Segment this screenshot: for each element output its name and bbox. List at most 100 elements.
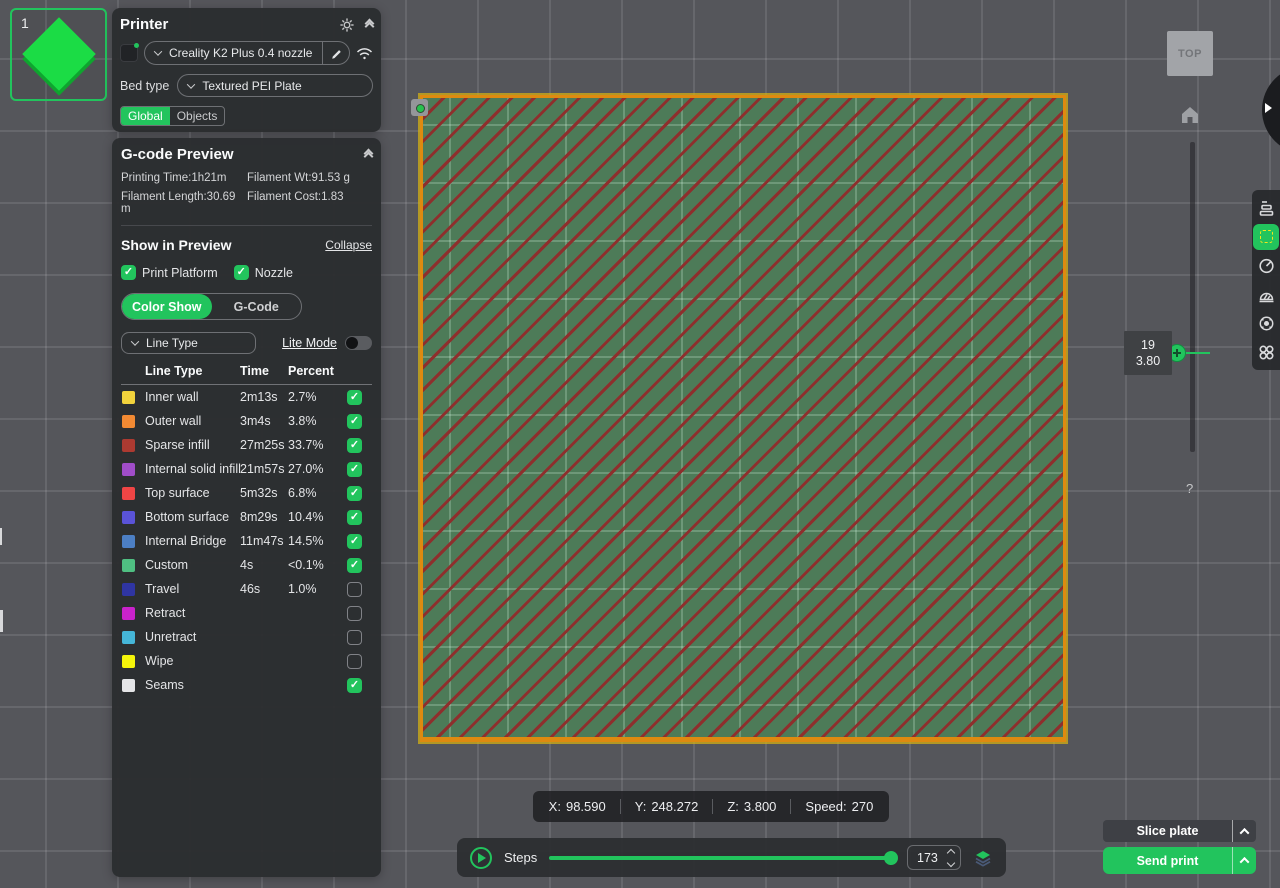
nozzle-checkbox-item[interactable]: Nozzle [234,265,293,280]
steps-spinner[interactable] [948,850,954,866]
send-print-button[interactable]: Send print [1103,847,1256,874]
status-x: X:98.590 [535,799,620,814]
table-row: Sparse infill 27m25s 33.7% [121,433,372,457]
help-question-mark[interactable]: ? [1186,481,1193,496]
layer-indicator: 19 3.80 [1124,331,1172,375]
collapse-link[interactable]: Collapse [325,238,372,252]
line-type-label: Top surface [145,486,240,500]
filament-cost-stat: Filament Cost:1.83 [247,191,344,215]
print-platform-checkbox[interactable] [121,265,136,280]
table-row: Seams [121,673,372,697]
line-visibility-checkbox[interactable] [347,486,362,501]
layer-height: 3.80 [1136,353,1160,369]
scope-tabs: Global Objects [120,106,225,126]
bed-type-dropdown[interactable]: Textured PEI Plate [177,74,373,97]
bed-corner-handle[interactable] [411,99,428,116]
chevron-down-icon [131,337,139,345]
lite-mode-toggle[interactable] [345,336,372,350]
spinner-down-icon[interactable] [947,858,955,866]
steps-input[interactable]: 173 [907,845,961,870]
line-time: 46s [240,582,288,596]
table-row: Retract [121,601,372,625]
layer-slider-track[interactable] [1190,142,1195,452]
line-visibility-checkbox[interactable] [347,438,362,453]
line-visibility-checkbox[interactable] [347,582,362,597]
line-type-dropdown[interactable]: Line Type [121,332,256,354]
send-options-chevron[interactable] [1233,857,1256,864]
settings-gear-icon[interactable] [339,17,355,33]
tab-color-show[interactable]: Color Show [122,294,212,319]
table-row: Wipe [121,649,372,673]
steps-value: 173 [917,851,948,865]
line-visibility-checkbox[interactable] [347,510,362,525]
preview-mode-tabs: Color Show G-Code [121,293,302,320]
view-cube-top-face[interactable]: TOP [1167,31,1213,76]
panel-edge-mark [0,528,2,545]
line-visibility-checkbox[interactable] [347,678,362,693]
line-time: 11m47s [240,534,288,548]
line-visibility-checkbox[interactable] [347,462,362,477]
play-button[interactable] [470,847,492,869]
printer-select-dropdown[interactable]: Creality K2 Plus 0.4 nozzle [144,41,350,65]
line-visibility-checkbox[interactable] [347,630,362,645]
print-platform-checkbox-item[interactable]: Print Platform [121,265,218,280]
line-type-label: Internal Bridge [145,534,240,548]
line-color-swatch [122,559,135,572]
line-visibility-checkbox[interactable] [347,606,362,621]
header-percent: Percent [288,364,344,378]
line-color-swatch [122,439,135,452]
printer-panel-title: Printer [120,16,168,33]
wifi-icon[interactable] [356,46,373,61]
line-visibility-checkbox[interactable] [347,414,362,429]
slice-plate-button[interactable]: Slice plate [1103,820,1256,842]
panel-edge-mark [0,610,3,632]
line-percent: 3.8% [288,414,344,428]
apps-rings-icon[interactable] [1252,338,1280,367]
line-type-label: Travel [145,582,240,596]
line-percent: 14.5% [288,534,344,548]
line-type-view-icon[interactable] [1252,222,1280,251]
table-row: Custom 4s <0.1% [121,553,372,577]
line-time: 4s [240,558,288,572]
header-time: Time [240,364,288,378]
line-color-swatch [122,415,135,428]
line-visibility-checkbox[interactable] [347,534,362,549]
flow-mound-icon[interactable] [1252,280,1280,309]
line-color-swatch [122,607,135,620]
tab-gcode[interactable]: G-Code [212,294,302,319]
home-view-icon[interactable] [1178,103,1202,127]
collapse-panel-icon[interactable] [366,20,373,30]
filament-length-stat: Filament Length:30.69 m [121,191,247,215]
tab-global[interactable]: Global [121,107,170,125]
lite-mode-label[interactable]: Lite Mode [282,336,337,350]
plate-thumbnail[interactable]: 1 [10,8,107,101]
slice-plate-label: Slice plate [1103,824,1232,838]
table-row: Top surface 5m32s 6.8% [121,481,372,505]
spinner-up-icon[interactable] [947,848,955,856]
line-visibility-checkbox[interactable] [347,390,362,405]
tab-objects[interactable]: Objects [170,107,225,125]
chevron-up-icon [1240,827,1250,837]
line-visibility-checkbox[interactable] [347,558,362,573]
temperature-dial-icon[interactable] [1252,309,1280,338]
table-row: Bottom surface 8m29s 10.4% [121,505,372,529]
speed-gauge-icon[interactable] [1252,251,1280,280]
active-tool-highlight [1253,224,1279,250]
collapse-panel-icon[interactable] [365,150,372,160]
gcode-preview-bed[interactable] [420,95,1066,742]
nozzle-checkbox[interactable] [234,265,249,280]
gcode-preview-title: G-code Preview [121,146,234,163]
line-color-swatch [122,631,135,644]
line-type-label: Sparse infill [145,438,240,452]
edit-printer-button[interactable] [322,42,349,64]
steps-slider[interactable] [549,856,895,860]
line-color-swatch [122,463,135,476]
line-time: 3m4s [240,414,288,428]
layer-stack-icon[interactable] [973,848,993,868]
bed-type-label: Bed type [120,79,169,93]
line-percent: 27.0% [288,462,344,476]
line-type-label: Wipe [145,654,240,668]
line-visibility-checkbox[interactable] [347,654,362,669]
slice-options-chevron[interactable] [1233,828,1256,835]
levels-icon[interactable] [1252,193,1280,222]
